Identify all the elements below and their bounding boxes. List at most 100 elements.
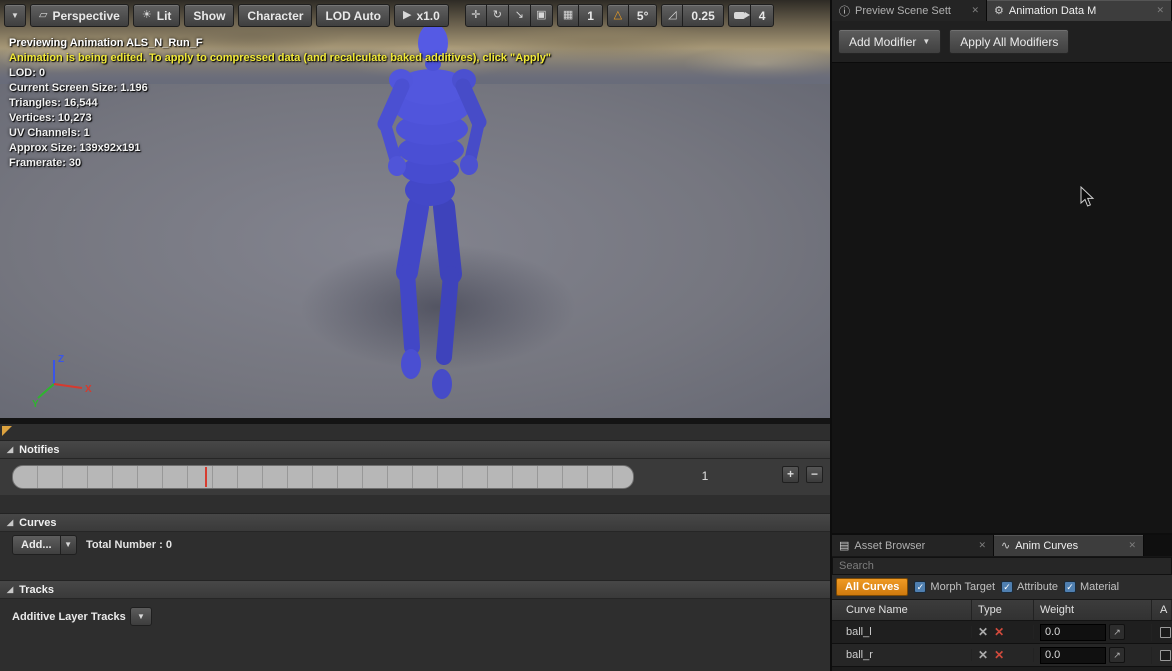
- tab-asset-browser[interactable]: ▤ Asset Browser ✕: [832, 535, 994, 556]
- coordinate-system-button[interactable]: ▣: [531, 4, 553, 27]
- tab-preview-scene-settings[interactable]: ⓘ Preview Scene Sett ✕: [832, 0, 987, 21]
- mouse-cursor: [1080, 186, 1095, 208]
- scale-snap-value: 0.25: [691, 9, 714, 23]
- header-auto[interactable]: A: [1152, 600, 1172, 620]
- curves-total-label: Total Number : 0: [86, 539, 172, 551]
- all-curves-label: All Curves: [845, 581, 899, 593]
- auto-checkbox[interactable]: [1160, 627, 1171, 638]
- show-button[interactable]: Show: [184, 4, 234, 27]
- rotation-snap-value-button[interactable]: 5°: [629, 4, 657, 27]
- weight-input[interactable]: [1040, 647, 1106, 664]
- edit-curve-button[interactable]: ↗: [1109, 647, 1125, 663]
- translate-tool-button[interactable]: ✛: [465, 4, 487, 27]
- checkbox-checked-icon[interactable]: ✓: [1064, 581, 1076, 593]
- lod-auto-button[interactable]: LOD Auto: [316, 4, 390, 27]
- remove-notify-track-button[interactable]: −: [806, 466, 823, 483]
- timeline-playhead[interactable]: [205, 467, 207, 487]
- notifies-section-header[interactable]: ◢ Notifies: [0, 440, 830, 459]
- viewport-options-button[interactable]: ▼: [4, 4, 26, 27]
- animation-data-panel: ⓘ Preview Scene Sett ✕ ⚙ Animation Data …: [830, 0, 1172, 533]
- notify-track-timeline[interactable]: [12, 465, 634, 489]
- playback-speed-label: x1.0: [416, 9, 439, 23]
- lit-mode-button[interactable]: ☀ Lit: [133, 4, 181, 27]
- stat-framerate: Framerate: 30: [9, 156, 551, 171]
- close-icon[interactable]: ✕: [1150, 5, 1164, 16]
- rotation-snap-value: 5°: [637, 9, 648, 23]
- camera-speed-value-button[interactable]: 4: [751, 4, 775, 27]
- right-bottom-tabbar: ▤ Asset Browser ✕ ∿ Anim Curves ✕: [832, 535, 1172, 556]
- lod-auto-label: LOD Auto: [325, 9, 381, 23]
- grid-snap-value-button[interactable]: 1: [579, 4, 603, 27]
- anim-curve-icon: ∿: [1001, 539, 1010, 552]
- curve-row-ball-l[interactable]: ball_l ✕ ✕ ↗: [832, 621, 1172, 644]
- stat-approx-size: Approx Size: 139x92x191: [9, 141, 551, 156]
- grid-snap-value: 1: [587, 9, 594, 23]
- curve-row-ball-r[interactable]: ball_r ✕ ✕ ↗: [832, 644, 1172, 667]
- grid-snap-group: ▦ 1: [557, 4, 603, 27]
- add-modifier-button[interactable]: Add Modifier ▼: [838, 29, 941, 54]
- curves-section-header[interactable]: ◢ Curves: [0, 513, 830, 532]
- play-icon: ▶: [403, 10, 411, 21]
- checkbox-checked-icon[interactable]: ✓: [1001, 581, 1013, 593]
- show-label: Show: [193, 9, 225, 23]
- stat-screen-size: Current Screen Size: 1.196: [9, 81, 551, 96]
- auto-checkbox[interactable]: [1160, 650, 1171, 661]
- add-curve-dropdown-button[interactable]: ▼: [61, 535, 77, 555]
- world-space-icon: ▣: [536, 10, 546, 21]
- curve-type-cell: ✕ ✕: [972, 648, 1034, 662]
- notifies-title: Notifies: [19, 444, 59, 456]
- header-type[interactable]: Type: [972, 600, 1034, 620]
- close-icon[interactable]: ✕: [1122, 540, 1136, 551]
- additive-layer-tracks-dropdown[interactable]: ▼: [130, 607, 152, 626]
- playback-speed-button[interactable]: ▶ x1.0: [394, 4, 449, 27]
- expander-icon: ◢: [7, 518, 13, 527]
- tab-animation-data-modifiers[interactable]: ⚙ Animation Data M ✕: [987, 0, 1172, 21]
- material-cross-icon: ✕: [994, 625, 1004, 639]
- tab-anim-curves[interactable]: ∿ Anim Curves ✕: [994, 535, 1144, 556]
- morph-cross-icon: ✕: [978, 648, 988, 662]
- all-curves-filter-button[interactable]: All Curves: [836, 578, 908, 596]
- header-curve-name[interactable]: Curve Name: [832, 600, 972, 620]
- camera-speed-value: 4: [759, 9, 766, 23]
- add-curve-label: Add...: [21, 539, 52, 551]
- close-icon[interactable]: ✕: [965, 5, 979, 16]
- scale-snap-toggle[interactable]: ◿: [661, 4, 683, 27]
- lit-label: Lit: [157, 9, 172, 23]
- character-button[interactable]: Character: [238, 4, 312, 27]
- angle-snap-icon: △: [614, 10, 622, 21]
- curve-auto-cell: [1152, 650, 1172, 661]
- viewport-toolbar: ▼ ▱ Perspective ☀ Lit Show Character LOD…: [0, 0, 830, 31]
- edit-curve-button[interactable]: ↗: [1109, 624, 1125, 640]
- scale-icon: ↘: [515, 10, 524, 21]
- add-curve-button[interactable]: Add...: [12, 535, 61, 555]
- checkbox-checked-icon[interactable]: ✓: [914, 581, 926, 593]
- material-filter[interactable]: ✓ Material: [1064, 581, 1119, 593]
- preview-viewport[interactable]: ▼ ▱ Perspective ☀ Lit Show Character LOD…: [0, 0, 830, 424]
- expander-icon: ◢: [7, 585, 13, 594]
- curves-search-input[interactable]: [832, 557, 1172, 575]
- perspective-button[interactable]: ▱ Perspective: [30, 4, 129, 27]
- rotate-tool-button[interactable]: ↻: [487, 4, 509, 27]
- apply-all-modifiers-button[interactable]: Apply All Modifiers: [949, 29, 1069, 54]
- tracks-section-header[interactable]: ◢ Tracks: [0, 580, 830, 599]
- morph-cross-icon: ✕: [978, 625, 988, 639]
- scale-tool-button[interactable]: ↘: [509, 4, 531, 27]
- rotation-snap-toggle[interactable]: △: [607, 4, 629, 27]
- tab-label: Animation Data M: [1009, 5, 1096, 17]
- attribute-filter[interactable]: ✓ Attribute: [1001, 581, 1058, 593]
- right-top-tabbar: ⓘ Preview Scene Sett ✕ ⚙ Animation Data …: [832, 0, 1172, 21]
- grid-snap-toggle[interactable]: ▦: [557, 4, 579, 27]
- axis-z-label: Z: [58, 354, 64, 365]
- stat-lod: LOD: 0: [9, 66, 551, 81]
- tab-label: Asset Browser: [854, 540, 925, 552]
- camera-speed-button[interactable]: [728, 4, 751, 27]
- add-notify-track-button[interactable]: +: [782, 466, 799, 483]
- header-weight[interactable]: Weight: [1034, 600, 1152, 620]
- morph-target-filter[interactable]: ✓ Morph Target: [914, 581, 995, 593]
- weight-input[interactable]: [1040, 624, 1106, 641]
- close-icon[interactable]: ✕: [972, 540, 986, 551]
- stat-vertices: Vertices: 10,273: [9, 111, 551, 126]
- curves-title: Curves: [19, 517, 56, 529]
- curve-name: ball_l: [832, 626, 972, 638]
- scale-snap-value-button[interactable]: 0.25: [683, 4, 723, 27]
